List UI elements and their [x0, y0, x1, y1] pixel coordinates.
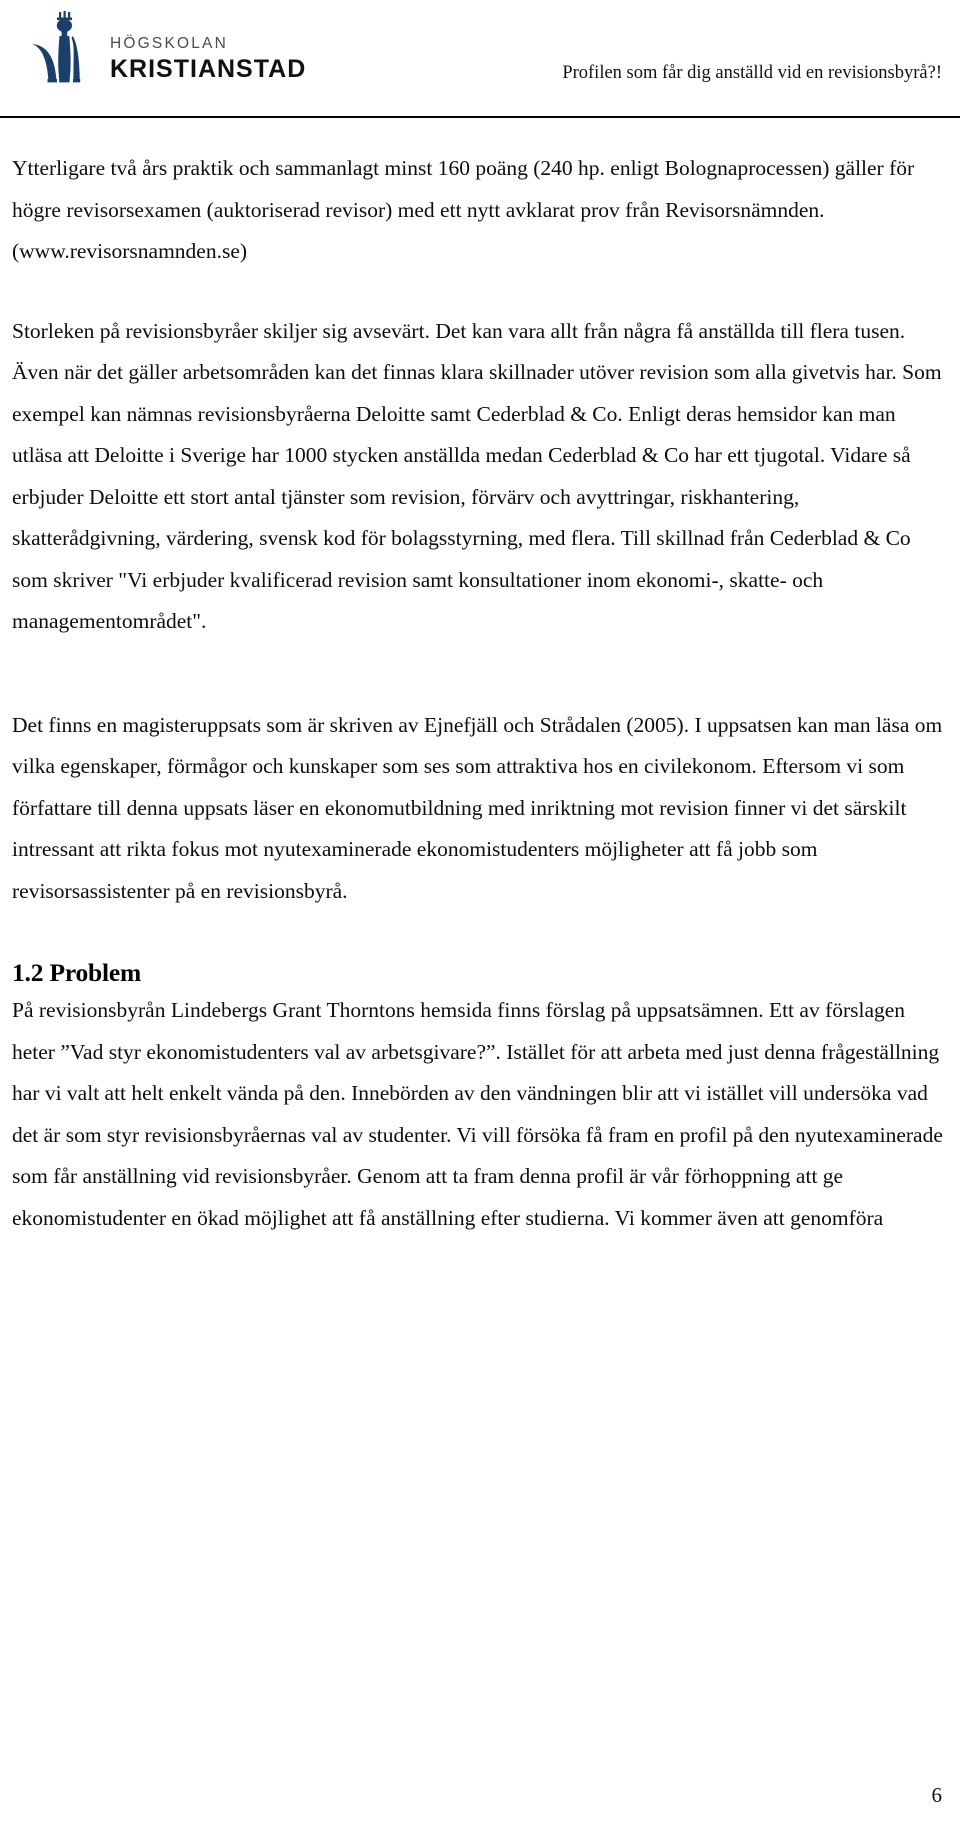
page-number: 6 [931, 1783, 943, 1807]
paragraph-1: Ytterligare två års praktik och sammanla… [12, 156, 915, 263]
university-logo: HÖGSKOLAN KRISTIANSTAD [28, 8, 306, 84]
page-header: HÖGSKOLAN KRISTIANSTAD Profilen som får … [0, 0, 960, 118]
kristianstad-crown-icon [28, 10, 100, 84]
document-page: HÖGSKOLAN KRISTIANSTAD Profilen som får … [0, 0, 960, 1824]
running-header-title: Profilen som får dig anställd vid en rev… [562, 63, 942, 83]
header-divider [0, 116, 960, 118]
heading-spacer [12, 912, 946, 956]
document-body: Ytterligare två års praktik och sammanla… [12, 148, 946, 1239]
logo-wordmark: HÖGSKOLAN KRISTIANSTAD [110, 36, 306, 82]
logo-line-hogskolan: HÖGSKOLAN [110, 35, 228, 53]
paragraph-3: Det finns en magisteruppsats som är skri… [12, 712, 943, 903]
section-heading-1-2-problem: 1.2 Problem [12, 958, 142, 987]
paragraph-2: Storleken på revisionsbyråer skiljer sig… [12, 318, 942, 634]
paragraph-4: På revisionsbyrån Lindebergs Grant Thorn… [12, 998, 943, 1230]
logo-line-kristianstad: KRISTIANSTAD [110, 54, 307, 83]
